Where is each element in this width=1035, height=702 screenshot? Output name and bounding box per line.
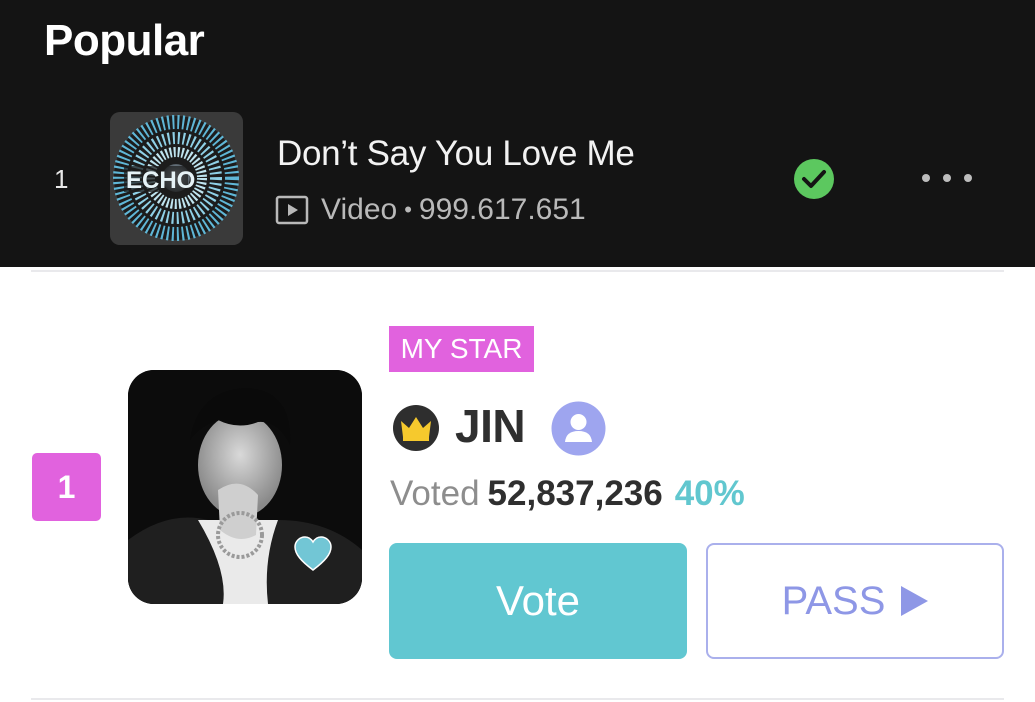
track-row[interactable]: 1 ECHO Don’t Say You Love Me Video • 999…: [0, 110, 1035, 246]
vote-percent: 40%: [674, 474, 745, 513]
popular-section: Popular 1 ECHO Don’t Say You Love Me Vid…: [0, 0, 1035, 267]
video-icon: [275, 195, 309, 225]
pass-button[interactable]: PASS: [706, 543, 1004, 659]
profile-icon[interactable]: [551, 401, 606, 456]
more-dot: [922, 174, 930, 182]
rank-badge: 1: [32, 453, 101, 521]
track-title[interactable]: Don’t Say You Love Me: [277, 134, 635, 174]
divider: [31, 270, 1004, 272]
cover-text: ECHO: [126, 167, 195, 194]
track-meta: Video • 999.617.651: [275, 192, 586, 228]
media-type: Video: [321, 193, 398, 226]
vote-summary: Voted 52,837,236 40%: [390, 474, 745, 514]
artist-name: JIN: [455, 400, 526, 452]
album-cover[interactable]: ECHO: [110, 112, 243, 245]
track-rank: 1: [54, 164, 69, 194]
pass-button-label: PASS: [781, 578, 886, 623]
my-star-tag: MY STAR: [389, 326, 534, 372]
vote-count: 52,837,236: [487, 474, 663, 513]
view-count: 999.617.651: [418, 193, 586, 226]
vote-button[interactable]: Vote: [389, 543, 687, 659]
heart-icon[interactable]: [293, 535, 333, 573]
play-triangle-icon: [901, 586, 929, 616]
more-horizontal-icon[interactable]: [914, 162, 980, 194]
check-circle-icon[interactable]: [793, 158, 835, 200]
more-dot: [964, 174, 972, 182]
vote-button-label: Vote: [495, 577, 581, 624]
meta-separator: •: [404, 197, 412, 222]
divider: [31, 698, 1004, 700]
section-title: Popular: [44, 16, 205, 65]
crown-icon: [393, 405, 439, 451]
vote-label: Voted: [390, 474, 480, 513]
more-dot: [943, 174, 951, 182]
